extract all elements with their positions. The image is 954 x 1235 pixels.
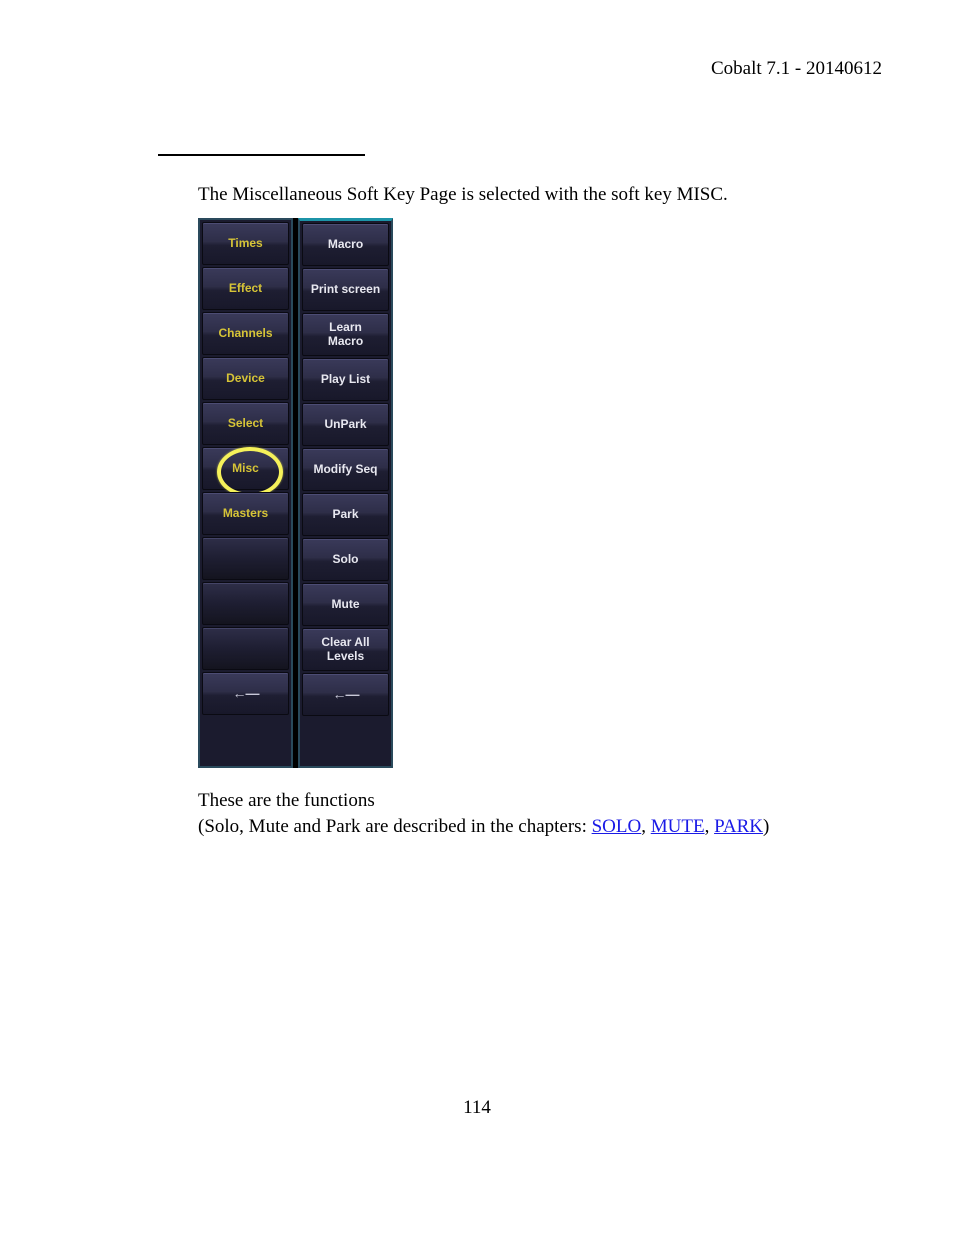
softkey-screenshot: TimesEffectChannelsDeviceSelectMiscMaste… <box>198 218 393 768</box>
doc-header: Cobalt 7.1 - 20140612 <box>711 58 882 80</box>
softkey-modify-seq: Modify Seq <box>302 448 389 491</box>
link-park[interactable]: PARK <box>714 816 763 837</box>
softkey-print-screen: Print screen <box>302 268 389 311</box>
softkey-col-right: MacroPrint screenLearn MacroPlay ListUnP… <box>298 218 393 768</box>
softkey-channels: Channels <box>202 312 289 355</box>
intro-paragraph: The Miscellaneous Soft Key Page is selec… <box>198 184 728 206</box>
softkey-misc: Misc <box>202 447 289 490</box>
functions-line1: These are the functions <box>198 790 375 811</box>
section-rule <box>158 154 365 156</box>
softkey-learn-macro: Learn Macro <box>302 313 389 356</box>
softkey-masters: Masters <box>202 492 289 535</box>
sep2: , <box>705 816 715 837</box>
softkey-effect: Effect <box>202 267 289 310</box>
softkey-select: Select <box>202 402 289 445</box>
softkey-macro: Macro <box>302 223 389 266</box>
page-number: 114 <box>0 1097 954 1119</box>
softkey-play-list: Play List <box>302 358 389 401</box>
softkey-col-left: TimesEffectChannelsDeviceSelectMiscMaste… <box>198 218 293 768</box>
softkey-empty <box>202 582 289 625</box>
back-arrow-icon: ←— <box>333 686 359 702</box>
softkey-solo: Solo <box>302 538 389 581</box>
doc-header-text: Cobalt 7.1 - 20140612 <box>711 58 882 79</box>
sep1: , <box>641 816 651 837</box>
softkey-empty <box>202 537 289 580</box>
softkey-unpark: UnPark <box>302 403 389 446</box>
functions-paragraph: These are the functions (Solo, Mute and … <box>198 788 769 839</box>
softkey-times: Times <box>202 222 289 265</box>
page-number-text: 114 <box>463 1097 491 1118</box>
functions-close: ) <box>763 816 769 837</box>
softkey-device: Device <box>202 357 289 400</box>
link-solo[interactable]: SOLO <box>592 816 642 837</box>
softkey-clear-all-levels: Clear All Levels <box>302 628 389 671</box>
softkey-back: ←— <box>202 672 289 715</box>
intro-text: The Miscellaneous Soft Key Page is selec… <box>198 184 728 205</box>
link-mute[interactable]: MUTE <box>651 816 705 837</box>
softkey-mute: Mute <box>302 583 389 626</box>
softkey-empty <box>202 627 289 670</box>
highlight-circle <box>217 447 283 497</box>
softkey-back: ←— <box>302 673 389 716</box>
softkey-park: Park <box>302 493 389 536</box>
back-arrow-icon: ←— <box>233 685 259 701</box>
functions-line2-pre: (Solo, Mute and Park are described in th… <box>198 816 592 837</box>
